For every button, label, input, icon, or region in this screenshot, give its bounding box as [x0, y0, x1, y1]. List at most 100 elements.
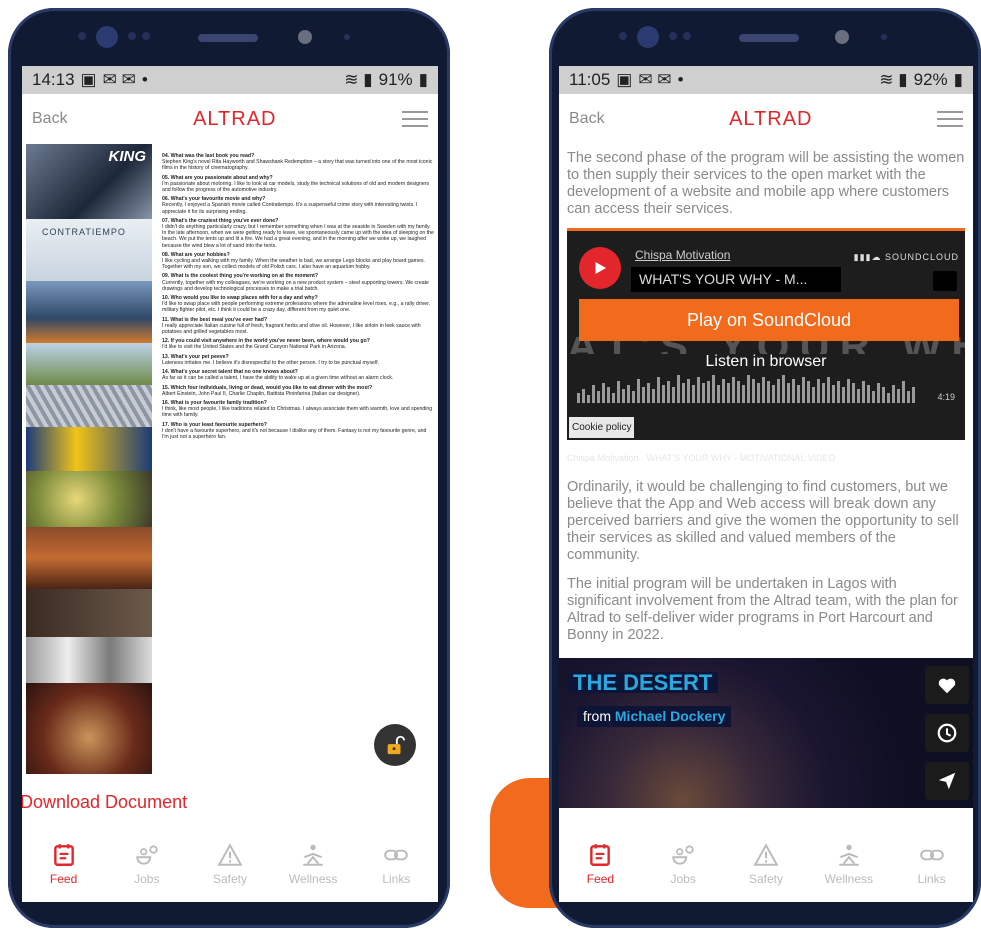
share-button[interactable] — [925, 762, 969, 800]
link-icon — [384, 849, 409, 861]
clock: 14:13 — [32, 70, 75, 89]
link-icon — [919, 849, 944, 861]
earpiece-speaker — [739, 34, 799, 42]
clock-icon — [937, 723, 957, 743]
track-title[interactable]: WHAT'S YOUR WHY - M... — [631, 267, 841, 292]
movie-poster-image: CONTRATIEMPO — [26, 219, 152, 281]
paragraph: Ordinarily, it would be challenging to f… — [567, 479, 959, 563]
warning-icon — [217, 843, 243, 866]
brand-title: ALTRAD — [729, 107, 813, 130]
paragraph: The second phase of the program will be … — [567, 150, 965, 217]
phone-top-bezel — [8, 8, 450, 66]
cookie-policy-link[interactable]: Cookie policy — [569, 417, 635, 438]
tab-feed[interactable]: Feed — [34, 842, 94, 886]
battery-percent: 92% — [913, 70, 948, 89]
send-icon — [938, 772, 956, 790]
like-button[interactable] — [925, 666, 969, 704]
listen-in-browser-link[interactable]: Listen in browser — [567, 353, 965, 370]
back-button[interactable]: Back — [569, 110, 605, 128]
jobs-icon — [672, 845, 694, 865]
soundcloud-logo[interactable]: ▮▮▮☁ SOUNDCLOUD — [854, 249, 959, 266]
unlock-button[interactable] — [374, 724, 416, 766]
app-header: Back ALTRAD — [22, 94, 438, 144]
video-subtitle: from Michael Dockery — [577, 706, 732, 727]
earpiece-speaker — [198, 34, 258, 42]
hamburger-menu-icon[interactable] — [937, 111, 963, 127]
qa-item: 13. What's your pet peeve? Lateness irrit… — [162, 353, 379, 366]
document-preview[interactable]: KING CONTRATIEMPO 04. What was the last … — [22, 144, 438, 784]
tab-safety[interactable]: Safety — [200, 842, 260, 886]
status-bar: 11:05 ▣ ✉ ✉ • ≋ ▮ 92% ▮ — [559, 66, 973, 94]
tab-links[interactable]: Links — [902, 842, 962, 886]
status-bar: 14:13 ▣ ✉ ✉ • ≋ ▮ 91% ▮ — [22, 66, 438, 94]
qa-item: 08. What are your hobbies? I like cycling… — [162, 251, 425, 271]
play-on-soundcloud-button[interactable]: Play on SoundCloud — [579, 299, 959, 341]
battery-icon: ▮ — [953, 70, 963, 89]
bottom-tab-bar: Feed Jobs Safety Wellness Links — [559, 832, 973, 902]
qa-item: 06. What's your favourite movie and why?… — [162, 196, 418, 215]
battery-icon: ▮ — [418, 70, 428, 89]
gallery-icon: ▣ — [80, 70, 97, 89]
qa-item: 10. Who would you like to swap places wi… — [162, 295, 430, 314]
article-body: The second phase of the program will be … — [559, 144, 973, 808]
phone-right: 11:05 ▣ ✉ ✉ • ≋ ▮ 92% ▮ Back ALTRAD The … — [549, 8, 981, 928]
warning-icon — [753, 843, 779, 866]
qa-item: 16. What is your favourite family tradit… — [162, 399, 433, 419]
sensor-dot — [683, 32, 691, 40]
track-artist-link[interactable]: Chispa Motivation — [635, 247, 730, 264]
app-header: Back ALTRAD — [559, 94, 973, 144]
qa-item: 11. What is the best meal you've ever ha… — [162, 316, 421, 336]
signal-icon: ≋ ▮ — [879, 70, 908, 89]
unlock-icon — [387, 735, 406, 755]
tab-wellness[interactable]: Wellness — [283, 842, 343, 886]
mail-icon: ✉ ✉ — [102, 70, 136, 89]
tab-links[interactable]: Links — [366, 842, 426, 886]
meditation-icon — [839, 844, 859, 866]
sensor-dot — [142, 32, 150, 40]
interview-text: 04. What was the last book you read? Step… — [162, 150, 434, 440]
tab-wellness[interactable]: Wellness — [819, 842, 879, 886]
front-camera — [637, 26, 659, 48]
waveform[interactable] — [577, 371, 957, 411]
tab-jobs[interactable]: Jobs — [117, 842, 177, 886]
qa-item: 12. If you could visit anywhere in the w… — [162, 338, 370, 351]
back-button[interactable]: Back — [32, 110, 68, 128]
sensor-dot — [344, 34, 350, 40]
jobs-icon — [136, 845, 158, 865]
qa-item: 05. What are you passionate about and wh… — [162, 174, 430, 194]
play-icon — [595, 262, 606, 274]
rally-car-image — [26, 427, 152, 471]
qa-item: 04. What was the last book you read? Step… — [162, 153, 433, 172]
iris-sensor — [298, 30, 312, 44]
dot-icon: • — [677, 70, 684, 89]
download-document-link[interactable]: Download Document — [22, 784, 438, 813]
video-embed[interactable]: THE DESERT from Michael Dockery — [559, 658, 973, 808]
qa-item: 14. What's your secret talent that no on… — [162, 369, 394, 382]
sensor-dot — [128, 32, 136, 40]
tab-safety[interactable]: Safety — [736, 842, 796, 886]
embed-caption[interactable]: Chispa Motivation · WHAT'S YOUR WHY - MO… — [567, 450, 965, 467]
gallery-icon: ▣ — [616, 70, 633, 89]
play-button[interactable] — [579, 247, 621, 289]
bottom-tab-bar: Feed Jobs Safety Wellness Links — [22, 832, 438, 902]
beach-tent-image — [26, 281, 152, 343]
document-image-strip: KING CONTRATIEMPO — [26, 144, 152, 774]
tab-feed[interactable]: Feed — [570, 842, 630, 886]
feed-icon — [590, 844, 611, 866]
iris-sensor — [835, 30, 849, 44]
share-icon[interactable] — [933, 271, 957, 291]
video-author[interactable]: Michael Dockery — [615, 708, 726, 724]
phone-top-bezel — [549, 8, 981, 66]
phone-left: 14:13 ▣ ✉ ✉ • ≋ ▮ 91% ▮ Back ALTRAD KING… — [8, 8, 450, 928]
dot-icon: • — [141, 70, 148, 89]
sensor-dot — [881, 34, 887, 40]
track-duration: 4:19 — [937, 392, 955, 402]
movie-poster-title: CONTRATIEMPO — [42, 227, 126, 237]
watch-later-button[interactable] — [925, 714, 969, 752]
book-cover-image: KING — [26, 144, 152, 219]
watch-image — [26, 589, 152, 637]
tab-jobs[interactable]: Jobs — [653, 842, 713, 886]
feed-icon — [53, 844, 74, 866]
signal-icon: ≋ ▮ — [344, 70, 373, 89]
hamburger-menu-icon[interactable] — [402, 111, 428, 127]
